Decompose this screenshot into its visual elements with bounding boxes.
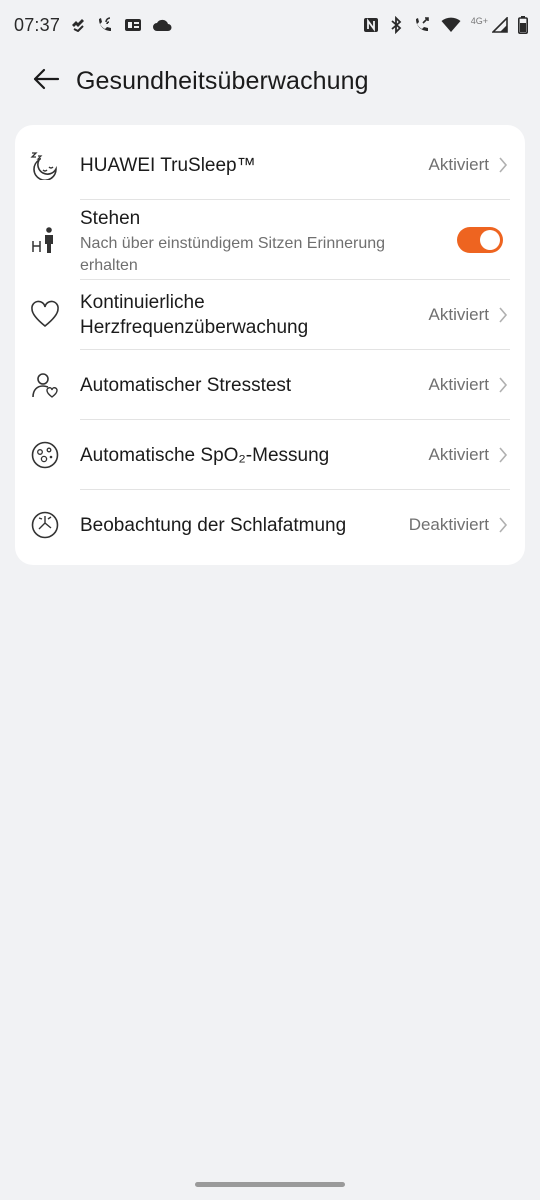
person-heart-icon xyxy=(29,369,61,401)
chevron-right-icon xyxy=(497,445,509,465)
battery-icon xyxy=(518,16,528,34)
setting-row-sleep-breathing[interactable]: Beobachtung der Schlafatmung Deaktiviert xyxy=(15,490,525,560)
wifi-call-icon xyxy=(96,17,114,33)
setting-value: Aktiviert xyxy=(428,305,489,324)
status-bar-right: 4G+ xyxy=(363,16,528,34)
standing-person-icon xyxy=(29,224,61,256)
setting-value: Deaktiviert xyxy=(408,515,489,534)
setting-label: Beobachtung der Schlafatmung xyxy=(80,514,347,536)
sim-card-icon xyxy=(124,18,142,32)
network-type-label: 4G+ xyxy=(470,16,488,26)
nfc-icon xyxy=(363,17,379,33)
setting-row-stress[interactable]: Automatischer Stresstest Aktiviert xyxy=(15,350,525,420)
settings-card: HUAWEI TruSleep™ Aktiviert Stehen Nach ü… xyxy=(15,125,525,565)
chevron-right-icon xyxy=(497,515,509,535)
setting-value: Aktiviert xyxy=(428,445,489,464)
setting-label: Automatische SpO₂-Messung xyxy=(80,444,330,466)
setting-label: Stehen xyxy=(80,208,141,229)
stehen-toggle[interactable] xyxy=(457,227,503,253)
bluetooth-icon xyxy=(389,16,403,34)
back-button[interactable] xyxy=(24,59,68,103)
setting-text: Automatische SpO₂-Messung xyxy=(80,443,375,468)
setting-text: HUAWEI TruSleep™ xyxy=(80,153,375,178)
chevron-right-icon xyxy=(497,155,509,175)
wifi-icon xyxy=(441,17,461,33)
setting-label: HUAWEI TruSleep™ xyxy=(80,154,256,176)
status-bar: 07:37 4G+ xyxy=(0,0,540,50)
status-time: 07:37 xyxy=(14,14,61,35)
status-bar-left: 07:37 xyxy=(14,15,172,36)
setting-value: Aktiviert xyxy=(428,155,489,174)
setting-row-spo2[interactable]: Automatische SpO₂-Messung Aktiviert xyxy=(15,420,525,490)
page-title: Gesundheitsüberwachung xyxy=(76,66,369,95)
heart-icon xyxy=(29,299,61,331)
sleep-moon-icon xyxy=(29,149,61,181)
toggle-knob xyxy=(480,230,500,250)
setting-text: Beobachtung der Schlafatmung xyxy=(80,513,375,538)
chevron-right-icon xyxy=(497,305,509,325)
setting-row-trusleep[interactable]: HUAWEI TruSleep™ Aktiviert xyxy=(15,130,525,200)
setting-text: Stehen Nach über einstündigem Sitzen Eri… xyxy=(80,206,425,277)
setting-label: Automatischer Stresstest xyxy=(80,374,292,396)
setting-row-stehen: Stehen Nach über einstündigem Sitzen Eri… xyxy=(15,200,525,280)
call-icon xyxy=(413,17,431,33)
signal-hook-icon xyxy=(70,18,86,32)
chevron-right-icon xyxy=(497,375,509,395)
setting-text: Automatischer Stresstest xyxy=(80,373,375,398)
sleep-breathing-icon xyxy=(29,509,61,541)
cellular-signal-icon xyxy=(492,17,508,33)
setting-subtitle: Nach über einstündigem Sitzen Erinnerung… xyxy=(80,235,386,274)
setting-label: Kontinuierliche Herzfrequenzüberwachung xyxy=(80,292,309,338)
app-bar: Gesundheitsüberwachung xyxy=(0,50,540,112)
arrow-left-icon xyxy=(32,67,60,96)
setting-value: Aktiviert xyxy=(428,375,489,394)
home-indicator[interactable] xyxy=(195,1182,345,1187)
spo2-icon xyxy=(29,439,61,471)
setting-text: Kontinuierliche Herzfrequenzüberwachung xyxy=(80,290,375,340)
setting-row-heart-rate[interactable]: Kontinuierliche Herzfrequenzüberwachung … xyxy=(15,280,525,350)
cloud-icon xyxy=(152,18,172,32)
